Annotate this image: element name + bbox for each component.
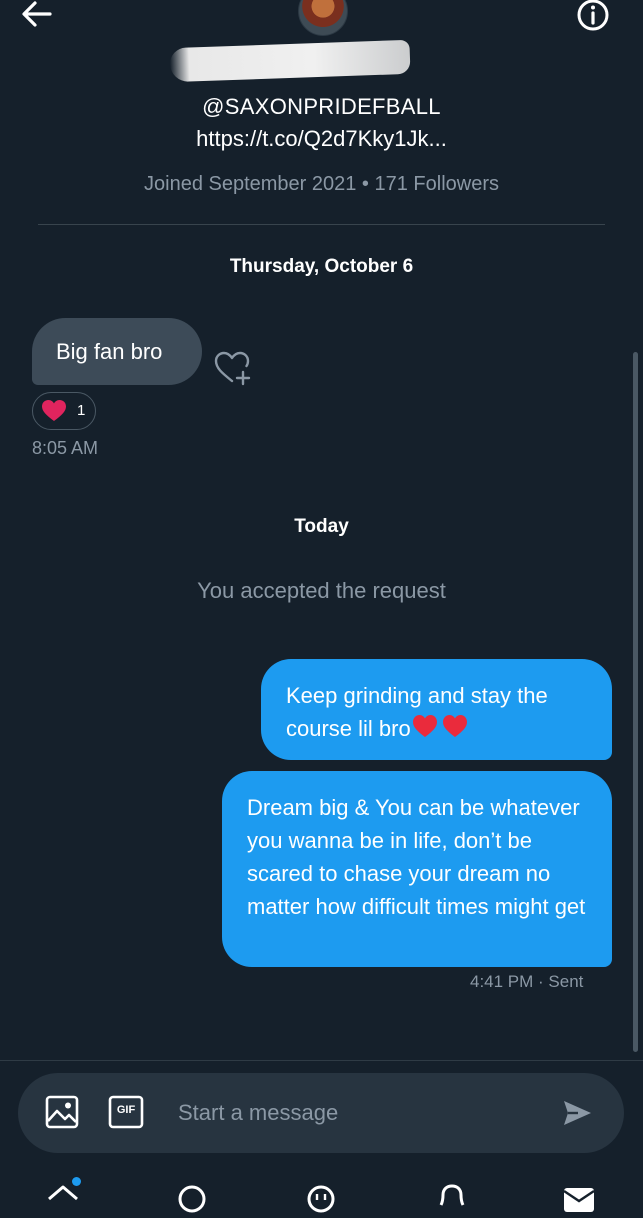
- sent-message-bubble[interactable]: Keep grinding and stay the course lil br…: [261, 659, 612, 760]
- system-notice: You accepted the request: [197, 578, 446, 603]
- profile-handle: @SAXONPRIDEFBALL: [202, 94, 441, 119]
- reaction-count: 1: [77, 402, 86, 419]
- date-separator: Thursday, October 6: [229, 256, 414, 277]
- image-icon: [45, 1095, 79, 1129]
- received-timestamp: 8:05 AM: [32, 438, 99, 458]
- red-heart-icon: [42, 400, 66, 421]
- heart-emoji-icon: [411, 713, 469, 748]
- nav-home[interactable]: [46, 1177, 81, 1213]
- back-button[interactable]: [20, 0, 60, 30]
- profile-joined-info: Joined September 2021 • 171 Followers: [144, 173, 499, 195]
- bell-icon: [439, 1184, 465, 1206]
- profile-url[interactable]: https://t.co/Q2d7Kky1Jk...: [0, 126, 643, 152]
- message-input[interactable]: [170, 1093, 566, 1133]
- envelope-icon: [563, 1188, 595, 1212]
- nav-spaces[interactable]: [305, 1183, 339, 1213]
- info-icon: [577, 0, 609, 31]
- composer-divider: [0, 1060, 643, 1061]
- avatar[interactable]: [298, 0, 348, 36]
- sent-time: 4:41 PM: [470, 972, 534, 991]
- reaction-badge[interactable]: 1: [32, 392, 96, 430]
- heart-plus-icon: [214, 351, 251, 386]
- info-button[interactable]: [575, 0, 611, 34]
- nav-messages[interactable]: [562, 1183, 596, 1213]
- redacted-display-name: [169, 39, 411, 83]
- add-reaction-button[interactable]: [212, 348, 252, 388]
- send-icon: [564, 1101, 591, 1125]
- notification-dot: [72, 1177, 81, 1186]
- search-icon: [178, 1185, 206, 1213]
- add-media-button[interactable]: [44, 1094, 80, 1130]
- date-separator: Today: [294, 516, 349, 537]
- arrow-left-icon: [22, 1, 52, 27]
- nav-notifications[interactable]: [436, 1183, 470, 1213]
- scrollbar[interactable]: [633, 352, 638, 1052]
- sent-message-bubble[interactable]: Dream big & You can be whatever you wann…: [222, 771, 612, 967]
- header-divider: [38, 224, 605, 225]
- gif-label: GIF: [116, 1104, 136, 1116]
- send-button[interactable]: [560, 1096, 594, 1130]
- spaces-icon: [307, 1185, 335, 1213]
- gif-button[interactable]: GIF: [108, 1095, 144, 1129]
- nav-search[interactable]: [176, 1183, 210, 1213]
- home-icon: [48, 1185, 78, 1201]
- received-message-bubble[interactable]: Big fan bro: [32, 318, 202, 385]
- sent-status: · Sent: [538, 972, 584, 991]
- sent-message-text: Dream big & You can be whatever you wann…: [247, 795, 586, 919]
- sent-timestamp: 4:41 PM · Sent: [470, 972, 583, 992]
